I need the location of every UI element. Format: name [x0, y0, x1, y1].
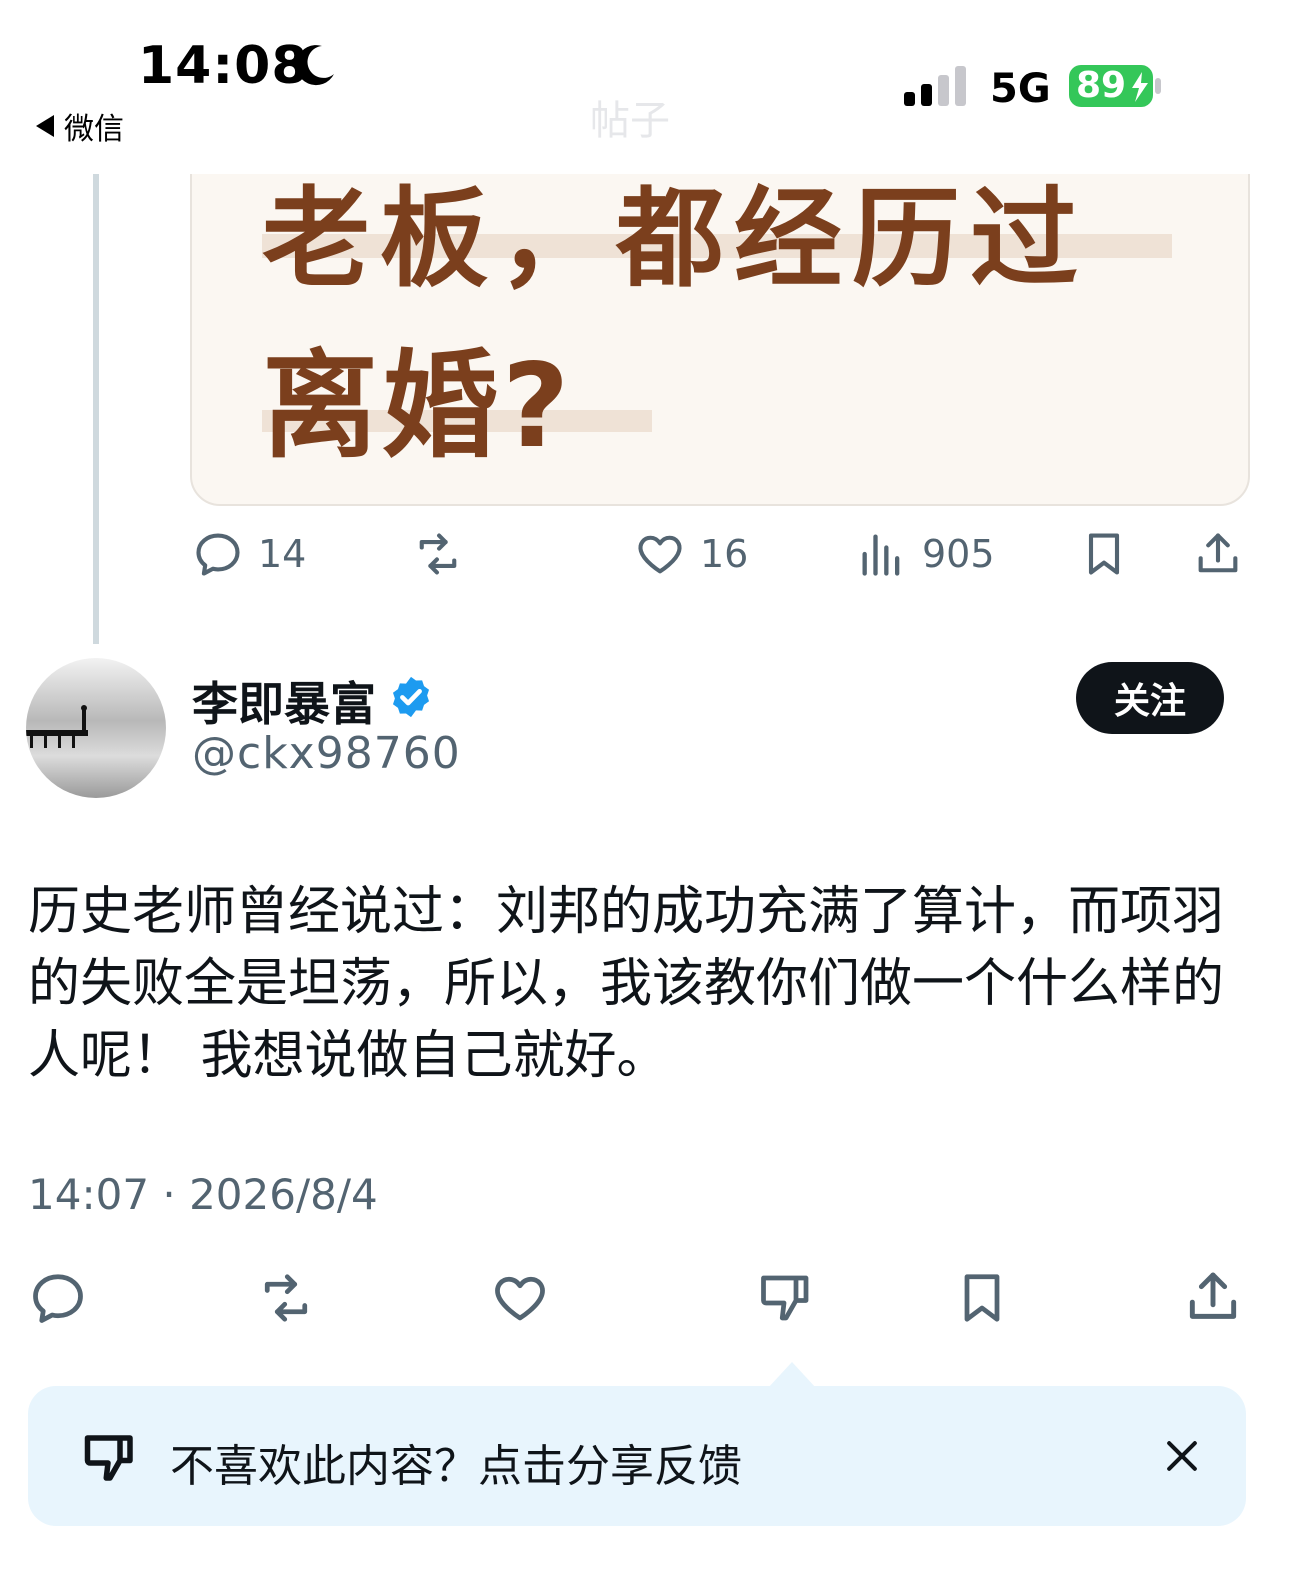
- dislike-button[interactable]: [756, 1268, 816, 1328]
- verified-badge-icon: [392, 676, 430, 718]
- share-icon: [1198, 533, 1238, 573]
- reply-icon: [196, 533, 240, 576]
- like-count: 16: [700, 532, 749, 576]
- reply-count: 14: [258, 532, 307, 576]
- network-label: 5G: [990, 66, 1051, 112]
- bookmark-icon: [964, 1274, 1000, 1322]
- thread-line: [93, 174, 99, 644]
- reply-button[interactable]: [28, 1268, 88, 1328]
- feedback-banner-text[interactable]: 不喜欢此内容？点击分享反馈: [170, 1430, 742, 1494]
- bookmark-button[interactable]: [952, 1268, 1012, 1328]
- share-icon: [1189, 1272, 1237, 1319]
- moon-icon: [296, 45, 334, 86]
- back-arrow-icon: [36, 115, 54, 137]
- author-name[interactable]: 李即暴富: [192, 668, 376, 734]
- like-button[interactable]: 16: [634, 528, 748, 580]
- bookmark-button[interactable]: [1078, 528, 1130, 580]
- back-to-wechat-button[interactable]: 微信: [36, 104, 124, 148]
- image-text-line1: 老板，都经历过: [262, 177, 1089, 302]
- author-handle[interactable]: @ckx98760: [192, 728, 461, 779]
- share-button[interactable]: [1192, 528, 1244, 580]
- reply-button[interactable]: 14: [192, 528, 306, 580]
- battery-indicator: 89: [1068, 64, 1162, 108]
- follow-button[interactable]: 关注: [1076, 662, 1224, 734]
- repost-button[interactable]: [412, 528, 464, 580]
- reply-icon: [33, 1274, 83, 1323]
- back-label: 微信: [64, 112, 124, 147]
- views-button[interactable]: 905: [856, 528, 995, 580]
- page-title: 帖子: [590, 98, 670, 144]
- banner-pointer: [768, 1362, 816, 1388]
- image-text-line2: 离婚?: [262, 339, 574, 474]
- bookmark-icon: [1088, 533, 1120, 575]
- post-text: 历史老师曾经说过：刘邦的成功充满了算计，而项羽的失败全是坦荡，所以，我该教你们做…: [28, 882, 1225, 1086]
- heart-icon: [638, 535, 682, 574]
- thumbs-down-icon: [84, 1435, 133, 1481]
- views-count: 905: [922, 532, 995, 576]
- post-timestamp: 14:07 · 2026/8/4: [28, 1170, 378, 1219]
- avatar[interactable]: [26, 658, 166, 798]
- signal-icon: [904, 66, 966, 106]
- repost-icon: [264, 1274, 308, 1322]
- thumbs-down-icon: [761, 1275, 809, 1321]
- repost-button[interactable]: [256, 1268, 316, 1328]
- like-button[interactable]: [490, 1268, 550, 1328]
- share-button[interactable]: [1182, 1266, 1244, 1328]
- repost-icon: [419, 533, 457, 575]
- views-chart-icon: [862, 534, 900, 576]
- heart-icon: [495, 1276, 545, 1321]
- status-time: 14:08: [138, 36, 309, 96]
- avatar-image: [26, 658, 166, 798]
- close-icon[interactable]: [1160, 1434, 1204, 1478]
- quoted-post-image[interactable]: 老板，都经历过 离婚?: [190, 120, 1250, 506]
- battery-level: 89: [1076, 65, 1127, 106]
